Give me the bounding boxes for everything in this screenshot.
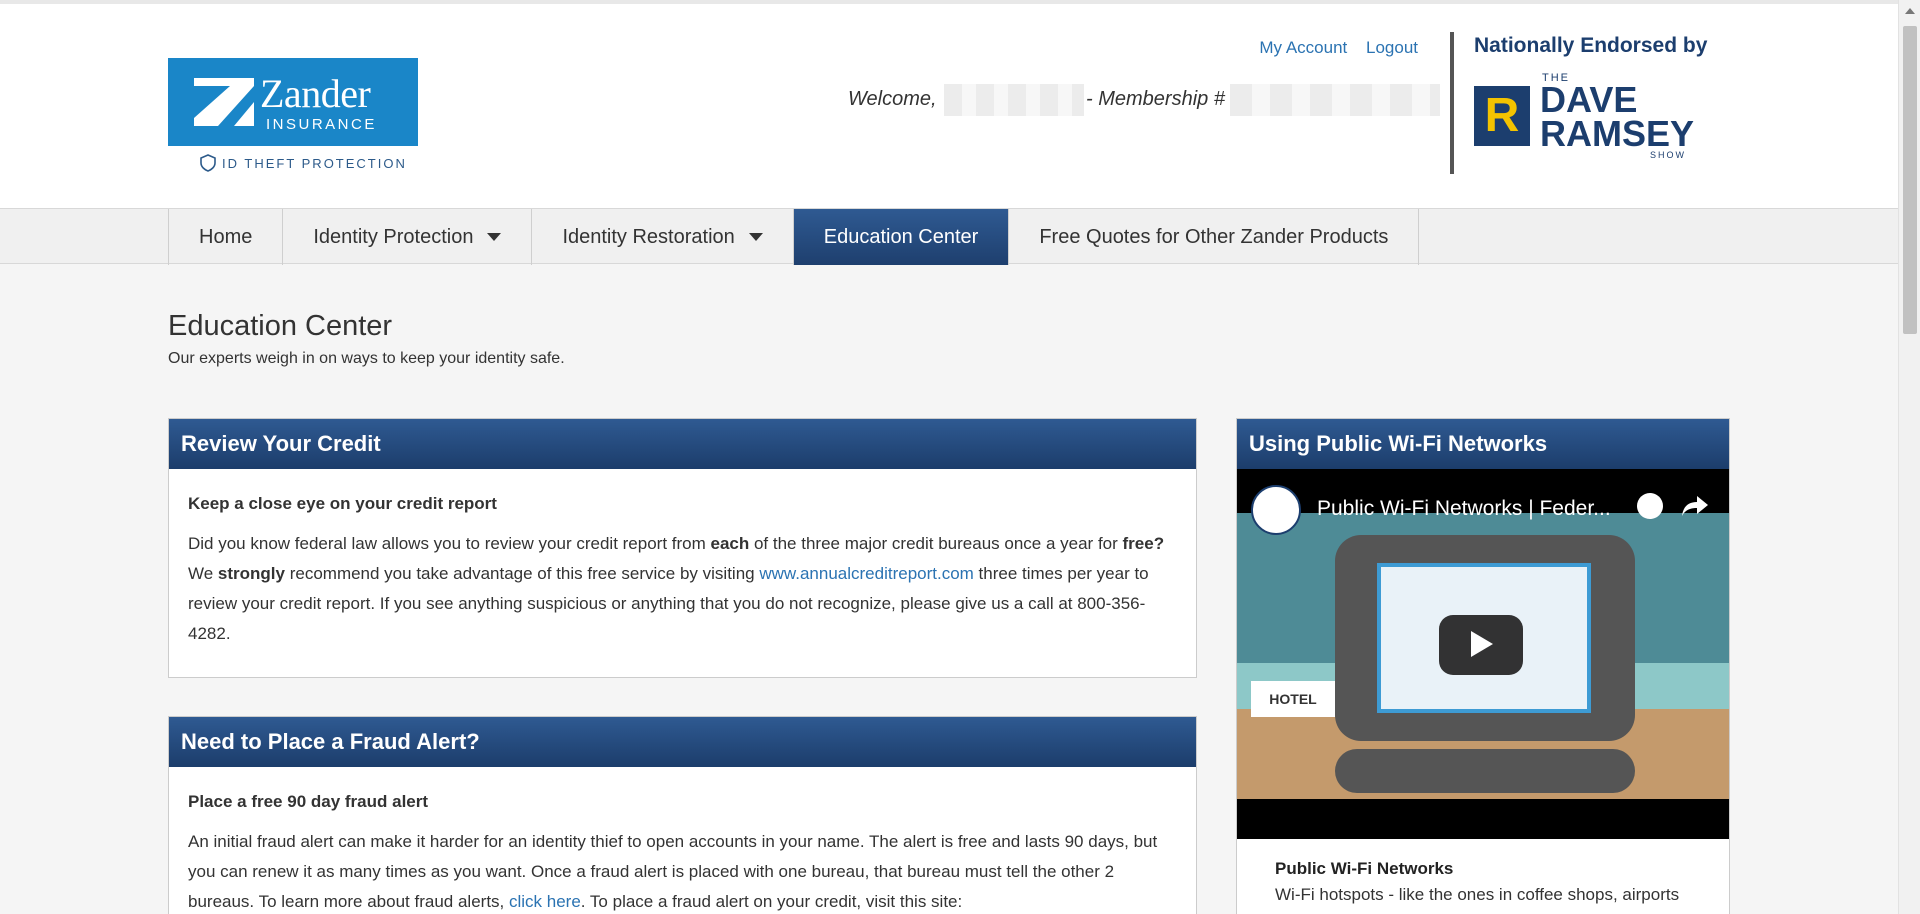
fraud-alert-heading: Place a free 90 day fraud alert <box>188 792 429 811</box>
shield-icon <box>200 154 216 172</box>
nav-free-quotes[interactable]: Free Quotes for Other Zander Products <box>1008 209 1420 265</box>
video-caption-title: Public Wi-Fi Networks <box>1275 859 1454 878</box>
wifi-panel: Using Public Wi-Fi Networks HOTEL Public… <box>1236 418 1730 914</box>
caret-down-icon <box>748 233 763 241</box>
credit-text-4: recommend you take advantage of this fre… <box>284 564 760 583</box>
review-credit-title: Review Your Credit <box>169 419 1196 469</box>
logo-title: Zander <box>260 71 371 116</box>
nav-identity-protection-label: Identity Protection <box>313 225 474 248</box>
vertical-scrollbar[interactable] <box>1898 0 1920 914</box>
id-theft-label: ID THEFT PROTECTION <box>222 156 407 171</box>
watch-later-icon[interactable] <box>1637 493 1663 519</box>
page-subtitle: Our experts weigh in on ways to keep you… <box>168 350 565 367</box>
nav-home-label: Home <box>199 225 253 248</box>
nav-identity-restoration[interactable]: Identity Restoration <box>531 209 792 265</box>
main-nav: Home Identity Protection Identity Restor… <box>0 208 1898 265</box>
my-account-link[interactable]: My Account <box>1259 38 1347 57</box>
redacted-membership-number <box>1230 84 1440 116</box>
credit-bold-strongly: strongly <box>217 564 285 583</box>
site-header: Zander INSURANCE ID THEFT PROTECTION My … <box>0 0 1898 208</box>
fraud-alert-title: Need to Place a Fraud Alert? <box>169 717 1196 767</box>
credit-text-1: Did you know federal law allows you to r… <box>188 534 711 553</box>
wifi-title: Using Public Wi-Fi Networks <box>1237 419 1729 469</box>
welcome-text: Welcome, <box>848 88 937 110</box>
fraud-text-2: . To place a fraud alert on your credit,… <box>580 892 963 911</box>
dave-ramsey-r-logo: R <box>1474 86 1530 146</box>
credit-bold-free: free? <box>1122 534 1165 553</box>
review-credit-text: Did you know federal law allows you to r… <box>188 529 1177 649</box>
credit-bold-each: each <box>710 534 750 553</box>
nav-education-center[interactable]: Education Center <box>792 209 1009 265</box>
membership-label: - Membership # <box>1086 88 1225 110</box>
dave-ramsey-show: SHOW <box>1650 150 1686 160</box>
play-icon <box>1471 631 1493 657</box>
video-keyboard <box>1335 749 1635 793</box>
ftc-logo-icon <box>1251 485 1301 535</box>
account-links: My Account Logout <box>1245 38 1418 58</box>
review-credit-panel: Review Your Credit Keep a close eye on y… <box>168 418 1197 678</box>
video-player[interactable]: HOTEL Public Wi-Fi Networks | Feder... <box>1237 469 1729 839</box>
nav-free-quotes-label: Free Quotes for Other Zander Products <box>1039 225 1389 248</box>
zander-logo[interactable]: Zander INSURANCE <box>168 58 418 146</box>
video-caption-text: Wi-Fi hotspots - like the ones in coffee… <box>1275 885 1680 904</box>
nav-identity-protection[interactable]: Identity Protection <box>282 209 531 265</box>
zander-z-icon <box>194 78 254 126</box>
hotel-sign: HOTEL <box>1251 681 1335 717</box>
annual-credit-report-link[interactable]: www.annualcreditreport.com <box>759 564 973 583</box>
scroll-up-icon[interactable] <box>1905 8 1915 14</box>
logo-subtitle: INSURANCE <box>266 116 377 133</box>
nav-home[interactable]: Home <box>168 209 282 265</box>
logout-link[interactable]: Logout <box>1366 38 1418 57</box>
id-theft-tagline: ID THEFT PROTECTION <box>200 154 407 172</box>
fraud-alert-panel: Need to Place a Fraud Alert? Place a fre… <box>168 716 1197 914</box>
scroll-thumb[interactable] <box>1903 26 1917 334</box>
caret-down-icon <box>487 233 502 241</box>
review-credit-heading: Keep a close eye on your credit report <box>188 494 497 513</box>
fraud-click-here-link[interactable]: click here <box>509 892 581 911</box>
credit-text-2: of the three major credit bureaus once a… <box>749 534 1123 553</box>
endorsement-text: Nationally Endorsed by <box>1474 34 1708 57</box>
redacted-name <box>944 84 1084 116</box>
credit-text-3: We <box>188 564 218 583</box>
nav-education-center-label: Education Center <box>823 225 979 248</box>
fraud-alert-text: An initial fraud alert can make it harde… <box>188 827 1177 914</box>
nav-identity-restoration-label: Identity Restoration <box>562 225 735 248</box>
page-title: Education Center <box>168 310 393 342</box>
header-divider <box>1450 32 1454 174</box>
dave-ramsey-ramsey: RAMSEY <box>1540 113 1695 154</box>
video-title[interactable]: Public Wi-Fi Networks | Feder... <box>1317 497 1611 521</box>
share-icon[interactable] <box>1681 493 1709 519</box>
